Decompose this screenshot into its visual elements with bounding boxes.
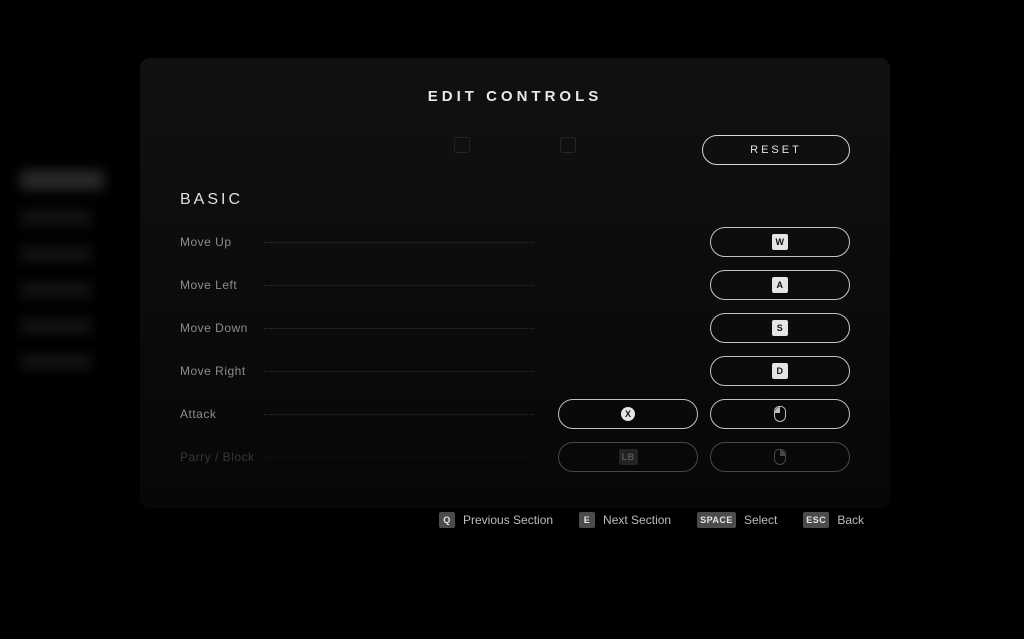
hint-previous-section[interactable]: Q Previous Section [439, 512, 553, 528]
tab-hint-prev-icon [454, 137, 470, 153]
dotted-divider [264, 328, 534, 329]
binding-label: Move Up [180, 235, 260, 249]
binding-row: Parry / Block LB [180, 442, 850, 472]
keycap-icon: S [772, 320, 788, 336]
keycap-icon: W [772, 234, 788, 250]
hint-label: Select [744, 513, 777, 527]
hint-back[interactable]: ESC Back [803, 512, 864, 528]
binding-slot-primary[interactable]: A [710, 270, 850, 300]
dotted-divider [264, 371, 534, 372]
footer-hints: Q Previous Section E Next Section SPACE … [140, 512, 890, 528]
binding-row: Move Up W [180, 227, 850, 257]
binding-slot-primary[interactable] [710, 442, 850, 472]
key-icon-q: Q [439, 512, 455, 528]
hint-select[interactable]: SPACE Select [697, 512, 777, 528]
dotted-divider [264, 285, 534, 286]
keycap-icon: A [772, 277, 788, 293]
binding-slot-primary[interactable]: W [710, 227, 850, 257]
binding-label: Attack [180, 407, 260, 421]
panel-title: EDIT CONTROLS [180, 88, 850, 105]
binding-slot-primary[interactable]: S [710, 313, 850, 343]
binding-label: Move Right [180, 364, 260, 378]
binding-slot-empty [558, 313, 698, 343]
section-header: BASIC [180, 191, 850, 209]
binding-slot-primary[interactable] [710, 399, 850, 429]
binding-slot-alt[interactable]: X [558, 399, 698, 429]
binding-label: Move Left [180, 278, 260, 292]
binding-row: Move Right D [180, 356, 850, 386]
binding-slot-empty [558, 270, 698, 300]
binding-row: Attack X [180, 399, 850, 429]
binding-list: Move Up W Move Left A Move Down S Move Right D A… [180, 227, 850, 472]
mouse-right-icon [774, 449, 786, 465]
binding-label: Move Down [180, 321, 260, 335]
dotted-divider [264, 242, 534, 243]
hint-label: Back [837, 513, 864, 527]
key-icon-e: E [579, 512, 595, 528]
dotted-divider [264, 414, 534, 415]
binding-row: Move Left A [180, 270, 850, 300]
mouse-left-icon [774, 406, 786, 422]
key-icon-space: SPACE [697, 512, 736, 528]
binding-slot-empty [558, 356, 698, 386]
section-tab-hints [180, 137, 850, 159]
gamepad-lb-icon: LB [619, 449, 638, 465]
key-icon-esc: ESC [803, 512, 829, 528]
tab-hint-next-icon [560, 137, 576, 153]
background-sidebar-blur [20, 170, 104, 370]
hint-label: Previous Section [463, 513, 553, 527]
binding-slot-empty [558, 227, 698, 257]
gamepad-x-icon: X [621, 407, 635, 421]
binding-slot-alt[interactable]: LB [558, 442, 698, 472]
hint-label: Next Section [603, 513, 671, 527]
binding-slot-primary[interactable]: D [710, 356, 850, 386]
edit-controls-panel: EDIT CONTROLS RESET BASIC Move UpWMove L… [140, 58, 890, 508]
dotted-divider [264, 457, 534, 458]
binding-row: Move Down S [180, 313, 850, 343]
hint-next-section[interactable]: E Next Section [579, 512, 671, 528]
keycap-icon: D [772, 363, 788, 379]
binding-label: Parry / Block [180, 450, 260, 464]
